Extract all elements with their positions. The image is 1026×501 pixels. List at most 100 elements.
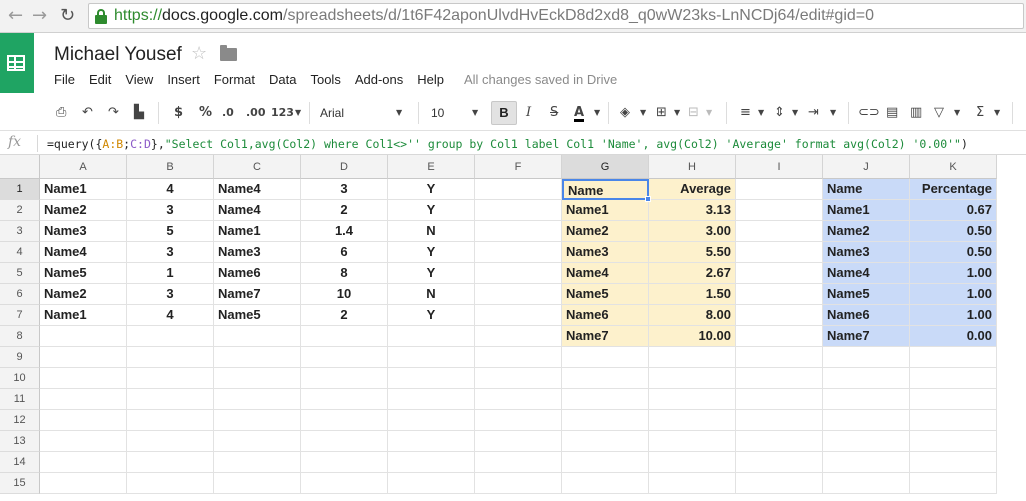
sheets-logo[interactable] [0,33,34,93]
cell-d10[interactable] [301,368,388,389]
cell-f8[interactable] [475,326,562,347]
column-header-j[interactable]: J [823,155,910,179]
row-header-14[interactable]: 14 [0,452,40,473]
cell-b7[interactable]: 4 [127,305,214,326]
star-icon[interactable]: ☆ [191,43,207,64]
fill-handle[interactable] [645,196,651,202]
cell-b13[interactable] [127,431,214,452]
cell-i4[interactable] [736,242,823,263]
cell-h10[interactable] [649,368,736,389]
insert-link-icon[interactable]: ⊂⊃ [858,104,880,122]
cell-f6[interactable] [475,284,562,305]
document-title[interactable]: Michael Yousef [54,44,182,66]
cell-k11[interactable] [910,389,997,410]
column-header-a[interactable]: A [40,155,127,179]
cell-j1[interactable]: Name [823,179,910,200]
cell-f2[interactable] [475,200,562,221]
cell-f15[interactable] [475,473,562,494]
cell-h3[interactable]: 3.00 [649,221,736,242]
cell-a2[interactable]: Name2 [40,200,127,221]
cell-h6[interactable]: 1.50 [649,284,736,305]
row-header-5[interactable]: 5 [0,263,40,284]
formula-input[interactable]: =query({A:B;C:D},"Select Col1,avg(Col2) … [47,137,968,151]
cell-k8[interactable]: 0.00 [910,326,997,347]
cell-i10[interactable] [736,368,823,389]
align-left-icon[interactable]: ≡ [740,104,751,122]
row-header-12[interactable]: 12 [0,410,40,431]
cell-d14[interactable] [301,452,388,473]
cell-j4[interactable]: Name3 [823,242,910,263]
cell-f4[interactable] [475,242,562,263]
insert-chart-icon[interactable]: ▥ [910,104,922,122]
cell-a3[interactable]: Name3 [40,221,127,242]
cell-c2[interactable]: Name4 [214,200,301,221]
cell-h11[interactable] [649,389,736,410]
cell-a13[interactable] [40,431,127,452]
cell-j8[interactable]: Name7 [823,326,910,347]
cell-a12[interactable] [40,410,127,431]
cell-e15[interactable] [388,473,475,494]
cell-e5[interactable]: Y [388,263,475,284]
cell-i14[interactable] [736,452,823,473]
cell-d1[interactable]: 3 [301,179,388,200]
cell-i13[interactable] [736,431,823,452]
row-header-6[interactable]: 6 [0,284,40,305]
cell-j15[interactable] [823,473,910,494]
borders-icon[interactable]: ⊞ [656,104,667,122]
cell-d12[interactable] [301,410,388,431]
spreadsheet-grid[interactable]: A B C D E F G H I J K 1 Name1 4 Name4 3 Y Name Average Name… [0,155,1026,501]
column-header-k[interactable]: K [910,155,997,179]
cell-i11[interactable] [736,389,823,410]
cell-c4[interactable]: Name3 [214,242,301,263]
cell-g1[interactable]: Name [562,179,649,200]
vertical-align-icon[interactable]: ⇕ [774,104,785,122]
cell-f14[interactable] [475,452,562,473]
cell-b3[interactable]: 5 [127,221,214,242]
cell-k10[interactable] [910,368,997,389]
cell-j12[interactable] [823,410,910,431]
cell-g15[interactable] [562,473,649,494]
cell-d9[interactable] [301,347,388,368]
cell-h14[interactable] [649,452,736,473]
cell-b14[interactable] [127,452,214,473]
cell-g5[interactable]: Name4 [562,263,649,284]
column-header-e[interactable]: E [388,155,475,179]
cell-i15[interactable] [736,473,823,494]
undo-icon[interactable]: ↶ [82,104,93,122]
cell-c7[interactable]: Name5 [214,305,301,326]
cell-c10[interactable] [214,368,301,389]
cell-i1[interactable] [736,179,823,200]
cell-g2[interactable]: Name1 [562,200,649,221]
cell-a4[interactable]: Name4 [40,242,127,263]
cell-a9[interactable] [40,347,127,368]
font-size-select[interactable]: 10 [431,104,444,122]
cell-i12[interactable] [736,410,823,431]
cell-d4[interactable]: 6 [301,242,388,263]
cell-a8[interactable] [40,326,127,347]
paint-format-icon[interactable]: ▙ [134,104,144,122]
cell-h4[interactable]: 5.50 [649,242,736,263]
column-header-h[interactable]: H [649,155,736,179]
currency-format-button[interactable]: $ [174,104,183,122]
cell-c13[interactable] [214,431,301,452]
increase-decimal-button[interactable]: .00 [246,104,266,122]
cell-c11[interactable] [214,389,301,410]
cell-h1[interactable]: Average [649,179,736,200]
menu-help[interactable]: Help [417,72,444,88]
cell-d11[interactable] [301,389,388,410]
cell-i8[interactable] [736,326,823,347]
cell-e10[interactable] [388,368,475,389]
cell-b10[interactable] [127,368,214,389]
cell-k1[interactable]: Percentage [910,179,997,200]
cell-e9[interactable] [388,347,475,368]
redo-icon[interactable]: ↷ [108,104,119,122]
cell-d3[interactable]: 1.4 [301,221,388,242]
cell-b12[interactable] [127,410,214,431]
cell-i6[interactable] [736,284,823,305]
cell-j7[interactable]: Name6 [823,305,910,326]
cell-i5[interactable] [736,263,823,284]
bold-button[interactable]: B [491,101,517,125]
cell-g6[interactable]: Name5 [562,284,649,305]
row-header-4[interactable]: 4 [0,242,40,263]
cell-d7[interactable]: 2 [301,305,388,326]
